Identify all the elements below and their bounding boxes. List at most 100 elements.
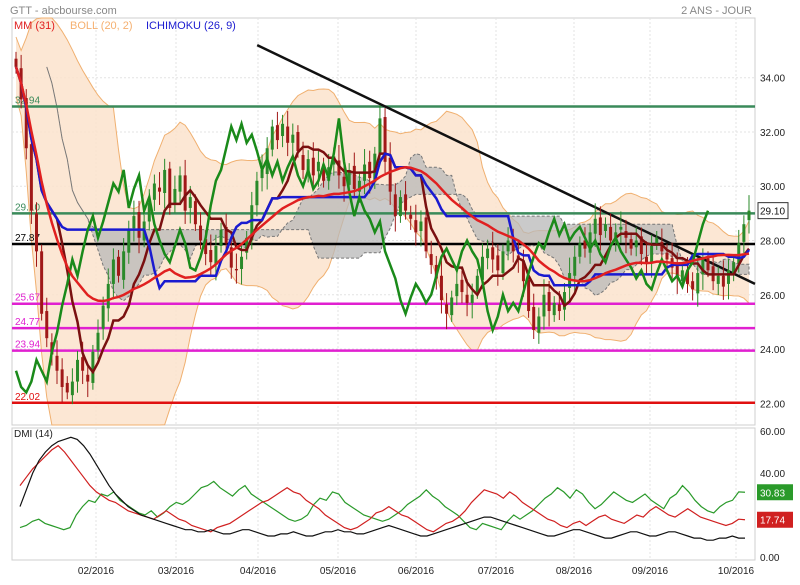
candle-body: [552, 302, 556, 316]
candle-body: [122, 251, 126, 280]
candle-body: [460, 279, 464, 293]
candle-body: [45, 311, 49, 339]
candle-body: [101, 305, 105, 329]
candle-body: [578, 243, 582, 257]
candle-body: [424, 217, 428, 252]
x-tick-label: 05/2016: [320, 566, 357, 577]
candle-body: [650, 245, 654, 263]
chart-canvas: 32.9429.1027.8725.6724.7723.9422.02 02/2…: [0, 0, 800, 580]
candle-body: [537, 316, 541, 333]
candle-body: [137, 212, 141, 238]
candle-body: [409, 214, 413, 219]
candle-body: [378, 118, 382, 156]
candle-body: [35, 213, 39, 252]
candle-body: [475, 275, 479, 293]
candle-body: [634, 240, 638, 248]
dmi-y-tick-label: 0.00: [760, 553, 780, 564]
candle-body: [414, 220, 418, 233]
candle-body: [127, 229, 131, 253]
candle-body: [286, 126, 290, 143]
legend-entry: BOLL (20, 2): [70, 20, 133, 32]
candle-body: [14, 58, 18, 67]
header-period: 2 ANS - JOUR: [681, 5, 752, 17]
candle-body: [747, 210, 751, 221]
candle-body: [311, 157, 315, 176]
price-y-tick-label: 32.00: [760, 128, 785, 139]
candle-body: [281, 123, 285, 137]
price-y-tick-label: 22.00: [760, 399, 785, 410]
candle-body: [419, 221, 423, 231]
candle-body: [275, 125, 279, 141]
candle-body: [70, 381, 74, 396]
candle-body: [445, 304, 449, 314]
candle-body: [603, 224, 607, 231]
candle-body: [173, 188, 177, 204]
candle-body: [542, 294, 546, 317]
candle-body: [168, 168, 172, 208]
candle-body: [665, 252, 669, 260]
candle-body: [158, 187, 162, 192]
candle-body: [486, 248, 490, 259]
level-label: 22.02: [15, 392, 40, 403]
candle-body: [193, 201, 197, 225]
stock-chart: 32.9429.1027.8725.6724.7723.9422.02 02/2…: [0, 0, 800, 580]
candle-body: [352, 165, 356, 189]
candle-body: [291, 134, 295, 143]
candle-body: [132, 216, 136, 229]
candle-body: [316, 161, 320, 172]
candle-body: [726, 270, 730, 284]
candle-body: [342, 176, 346, 187]
x-tick-label: 04/2016: [240, 566, 277, 577]
last-price-value: 29.10: [760, 207, 785, 218]
candle-body: [65, 382, 69, 393]
price-y-tick-label: 34.00: [760, 74, 785, 85]
candle-body: [598, 217, 602, 236]
x-tick-label: 07/2016: [478, 566, 515, 577]
candle-body: [491, 247, 495, 260]
candle-body: [501, 251, 505, 274]
candle-body: [81, 357, 85, 371]
candle-body: [655, 237, 659, 244]
candle-body: [404, 194, 408, 211]
level-label: 23.94: [15, 340, 40, 351]
dmi-title: DMI (14): [14, 429, 53, 440]
candle-body: [117, 256, 121, 276]
candle-body: [96, 332, 100, 351]
candle-body: [470, 294, 474, 303]
candle-body: [388, 157, 392, 192]
price-y-tick-label: 26.00: [760, 291, 785, 302]
candle-body: [270, 126, 274, 150]
candle-body: [721, 275, 725, 287]
candle-body: [696, 273, 700, 294]
candle-body: [40, 251, 44, 314]
candle-body: [301, 155, 305, 170]
candle-body: [163, 169, 167, 194]
x-tick-label: 10/2016: [718, 566, 755, 577]
candle-body: [234, 268, 238, 271]
candle-body: [619, 226, 623, 230]
candle-body: [178, 175, 182, 192]
candle-body: [55, 355, 59, 371]
candle-body: [188, 197, 192, 208]
candle-body: [368, 161, 372, 179]
x-tick-label: 03/2016: [158, 566, 195, 577]
price-y-tick-label: 24.00: [760, 345, 785, 356]
candle-body: [199, 225, 203, 241]
candle-body: [86, 374, 90, 382]
candle-body: [742, 224, 746, 242]
candle-body: [429, 254, 433, 265]
x-tick-label: 02/2016: [78, 566, 115, 577]
candle-body: [609, 226, 613, 241]
candle-body: [527, 279, 531, 312]
legend-entry: MM (31): [14, 20, 55, 32]
candle-body: [455, 283, 459, 297]
candle-body: [706, 258, 710, 271]
candle-body: [557, 304, 561, 312]
candle-body: [393, 194, 397, 217]
candle-body: [547, 292, 551, 312]
candle-body: [209, 249, 213, 263]
candle-body: [593, 218, 597, 234]
candle-body: [29, 144, 33, 211]
candle-body: [439, 275, 443, 301]
candle-body: [219, 229, 223, 246]
